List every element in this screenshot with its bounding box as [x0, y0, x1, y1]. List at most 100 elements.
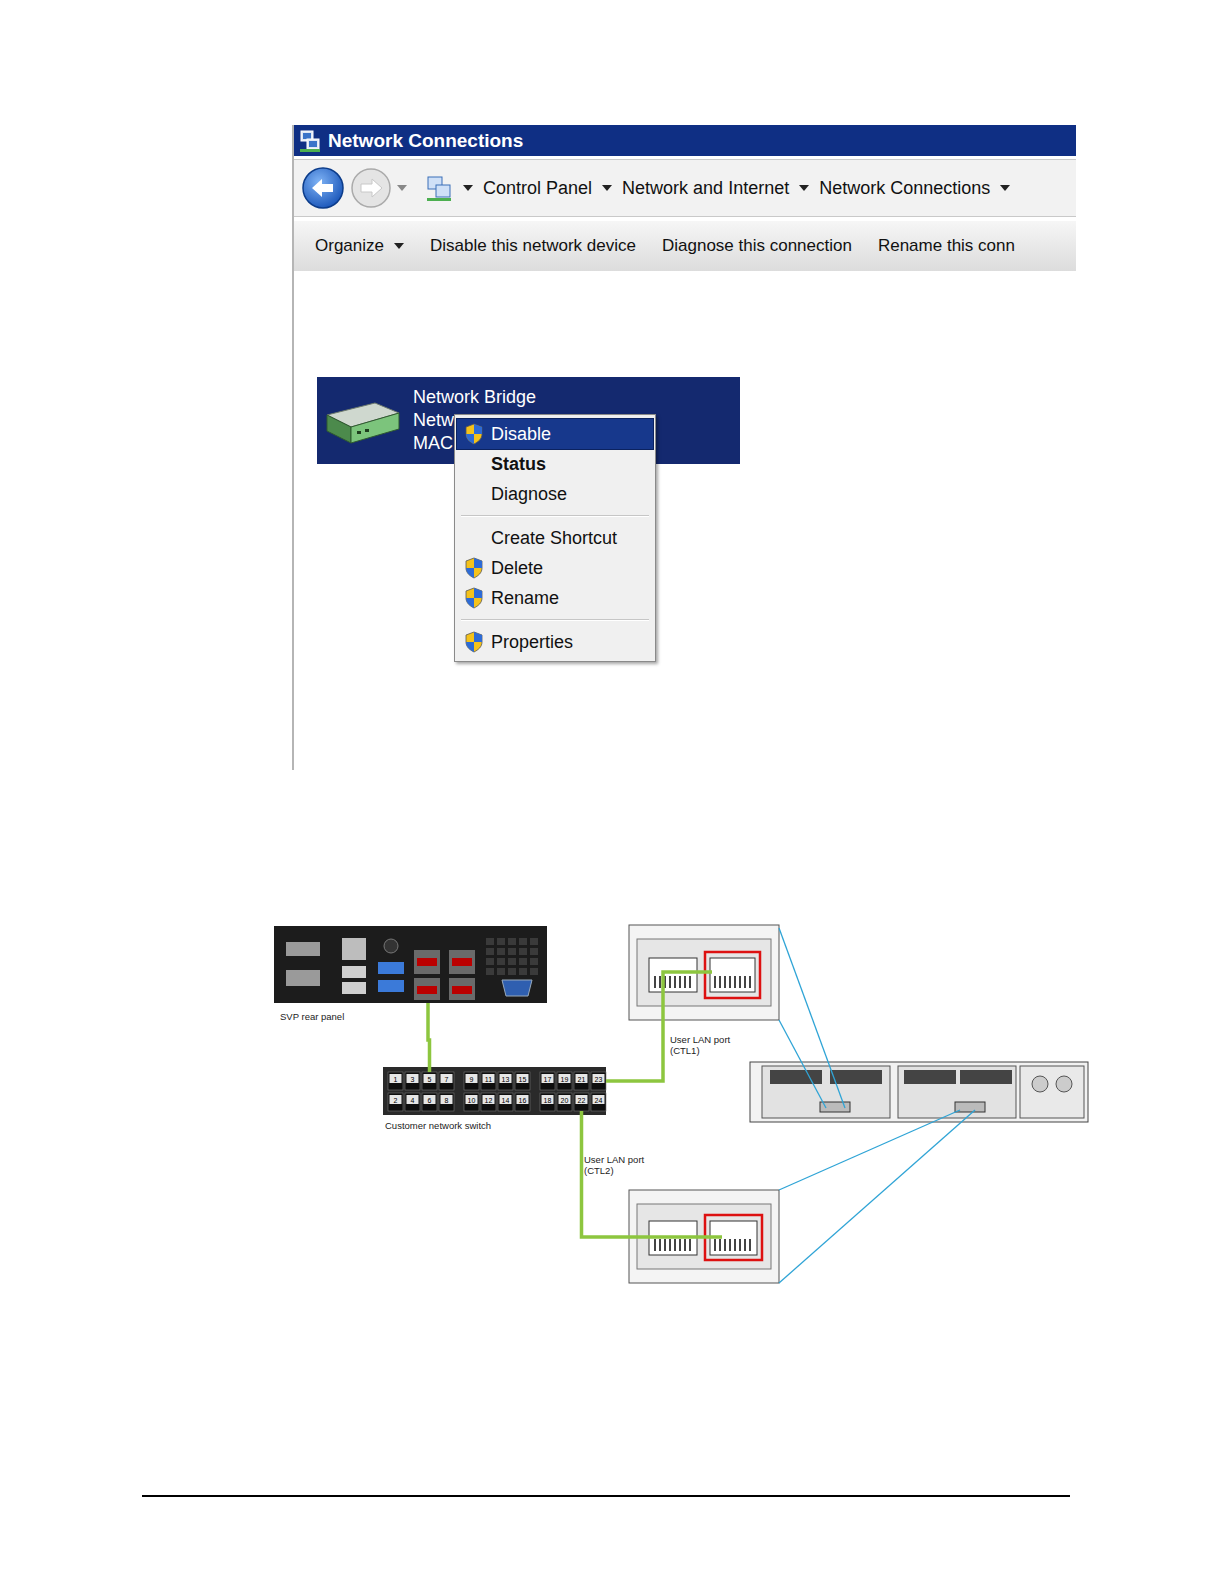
port-number: 9: [470, 1076, 474, 1083]
command-label: Rename this conn: [878, 236, 1015, 256]
port-number: 18: [544, 1097, 552, 1104]
switch-port[interactable]: 2: [388, 1093, 403, 1111]
breadcrumb-item[interactable]: Control Panel: [483, 178, 592, 199]
switch-port[interactable]: 17: [540, 1072, 555, 1090]
address-bar: Control Panel Network and Internet Network…: [294, 159, 1076, 217]
menu-item[interactable]: Delete: [457, 553, 653, 583]
switch-port[interactable]: 12: [481, 1093, 496, 1111]
command-button[interactable]: Disable this network device: [430, 236, 636, 256]
switch-port[interactable]: 9: [464, 1072, 479, 1090]
command-button[interactable]: Diagnose this connection: [662, 236, 852, 256]
menu-icon-slot: [457, 587, 491, 609]
controller-label: User LAN port: [670, 1034, 731, 1045]
port-number: 5: [428, 1076, 432, 1083]
port-number: 6: [428, 1097, 432, 1104]
menu-icon-slot: [457, 631, 491, 653]
port-number: 21: [578, 1076, 586, 1083]
svp-rear-panel: [274, 926, 547, 1003]
switch-port[interactable]: 19: [557, 1072, 572, 1090]
command-label: Organize: [315, 236, 384, 256]
port-number: 15: [519, 1076, 527, 1083]
breadcrumb-item[interactable]: Network Connections: [819, 178, 990, 199]
lan-cable: [606, 972, 712, 1081]
port-number: 17: [544, 1076, 552, 1083]
menu-separator: [457, 509, 653, 523]
breadcrumb-arrow-icon[interactable]: [463, 185, 473, 191]
breadcrumb-arrow-icon[interactable]: [602, 185, 612, 191]
command-button[interactable]: Rename this conn: [878, 236, 1015, 256]
port-number: 22: [578, 1097, 586, 1104]
footer-rule: [142, 1495, 1070, 1497]
connection-name: Network Bridge: [413, 386, 536, 409]
switch-port[interactable]: 10: [464, 1093, 479, 1111]
switch-port[interactable]: 24: [591, 1093, 606, 1111]
switch-port[interactable]: 21: [574, 1072, 589, 1090]
switch-label: Customer network switch: [385, 1120, 491, 1131]
menu-item-label: Rename: [491, 588, 559, 609]
switch-port[interactable]: 11: [481, 1072, 496, 1090]
port-number: 16: [519, 1097, 527, 1104]
breadcrumb: Control Panel Network and Internet Network…: [463, 178, 1010, 199]
controller-detail: User LAN port(CTL1): [606, 925, 845, 1108]
menu-item-label: Disable: [491, 424, 551, 445]
port-number: 20: [561, 1097, 569, 1104]
switch-port[interactable]: 13: [498, 1072, 513, 1090]
menu-item[interactable]: Disable: [457, 419, 653, 449]
port-number: 10: [468, 1097, 476, 1104]
port-number: 24: [595, 1097, 603, 1104]
port-number: 19: [561, 1076, 569, 1083]
menu-icon-slot: [457, 557, 491, 579]
switch-port[interactable]: 5: [422, 1072, 437, 1090]
callout-line: [779, 1110, 975, 1283]
breadcrumb-arrow-icon[interactable]: [1000, 185, 1010, 191]
port-number: 8: [445, 1097, 449, 1104]
breadcrumb-arrow-icon[interactable]: [799, 185, 809, 191]
port-number: 3: [411, 1076, 415, 1083]
network-connections-icon: [298, 129, 322, 153]
document-page: Network Connections Control Panel Network …: [0, 0, 1224, 1584]
switch-port[interactable]: 20: [557, 1093, 572, 1111]
connections-list: Network BridgeNetwMACDisableStatusDiagno…: [294, 271, 1076, 770]
command-label: Disable this network device: [430, 236, 636, 256]
network-folder-icon: [425, 174, 453, 202]
forward-arrow-icon[interactable]: [349, 166, 393, 210]
switch-port[interactable]: 3: [405, 1072, 420, 1090]
switch-port[interactable]: 8: [439, 1093, 454, 1111]
command-button[interactable]: Organize: [315, 236, 404, 256]
port-number: 7: [445, 1076, 449, 1083]
menu-item[interactable]: Properties: [457, 627, 653, 657]
port-number: 12: [485, 1097, 493, 1104]
menu-item[interactable]: Rename: [457, 583, 653, 613]
context-menu: Disable StatusDiagnose Create ShortcutDele…: [454, 414, 656, 662]
port-number: 14: [502, 1097, 510, 1104]
switch-port[interactable]: 16: [515, 1093, 530, 1111]
back-arrow-icon[interactable]: [301, 166, 345, 210]
network-diagram: SVP rear panel12345678910111213141516171…: [0, 900, 1224, 1300]
switch-port[interactable]: 22: [574, 1093, 589, 1111]
menu-item[interactable]: Status: [457, 449, 653, 479]
menu-item[interactable]: Create Shortcut: [457, 523, 653, 553]
switch-port[interactable]: 18: [540, 1093, 555, 1111]
callout-line: [779, 928, 845, 1108]
controller-tag: (CTL1): [670, 1045, 700, 1056]
switch-port[interactable]: 1: [388, 1072, 403, 1090]
command-bar: Organize Disable this network device Diagn…: [294, 221, 1076, 271]
callout-line: [779, 1110, 960, 1190]
controller-label: User LAN port: [584, 1154, 645, 1165]
network-switch: 123456789101112131415161718192021222324: [383, 1067, 606, 1115]
switch-port[interactable]: 14: [498, 1093, 513, 1111]
history-dropdown-icon[interactable]: [397, 185, 407, 191]
switch-port[interactable]: 4: [405, 1093, 420, 1111]
network-device-icon: [323, 393, 403, 449]
switch-port[interactable]: 7: [439, 1072, 454, 1090]
uac-shield-icon: [464, 587, 484, 609]
uac-shield-icon: [464, 423, 484, 445]
switch-port[interactable]: 6: [422, 1093, 437, 1111]
switch-port[interactable]: 23: [591, 1072, 606, 1090]
breadcrumb-item[interactable]: Network and Internet: [622, 178, 789, 199]
lan-cable: [582, 1111, 723, 1237]
switch-port[interactable]: 15: [515, 1072, 530, 1090]
port-number: 1: [394, 1076, 398, 1083]
cabling-diagram: SVP rear panel12345678910111213141516171…: [0, 900, 1224, 1300]
menu-item[interactable]: Diagnose: [457, 479, 653, 509]
